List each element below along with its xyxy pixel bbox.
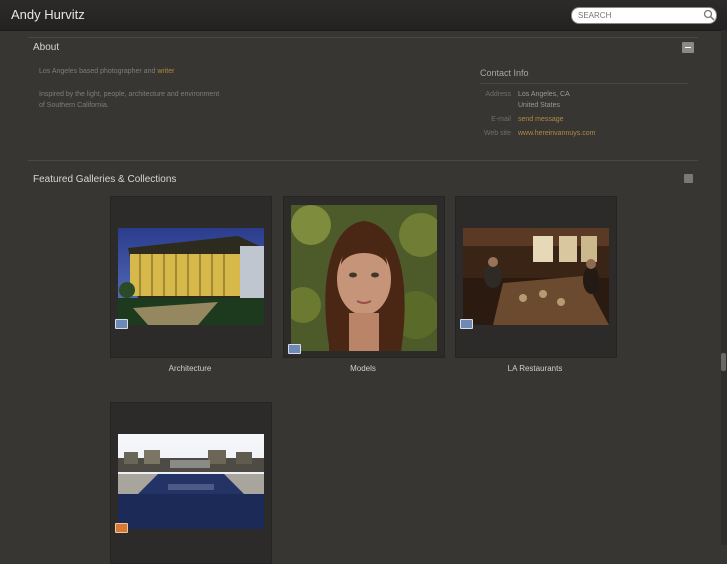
search-input[interactable] (578, 9, 696, 22)
about-bio-line-b: of Southern California. (39, 102, 109, 109)
email-link[interactable]: send message (518, 116, 564, 123)
address-line1: Los Angeles, CA (518, 91, 570, 98)
gallery-thumbnail[interactable] (291, 205, 437, 351)
search-icon[interactable] (703, 9, 715, 21)
address-label: Address (485, 91, 511, 98)
about-bio-paragraph: Inspired by the light, people, architect… (39, 89, 259, 111)
address-line2: United States (518, 102, 561, 109)
search-box[interactable] (571, 7, 717, 24)
gallery-badge-icon (460, 319, 473, 329)
gallery-caption-architecture[interactable]: Architecture (110, 364, 270, 373)
gallery-badge-icon (115, 523, 128, 533)
scrollbar[interactable] (721, 30, 727, 545)
gallery-tile-architecture[interactable] (110, 196, 272, 358)
about-section-header: About (28, 38, 698, 58)
gallery-thumbnail[interactable] (118, 434, 264, 529)
contact-divider (480, 83, 688, 84)
website-label: Web site (483, 130, 511, 137)
galleries-heading: Featured Galleries & Collections (33, 174, 177, 185)
gallery-badge-icon (288, 344, 301, 354)
divider (28, 160, 698, 161)
gallery-thumbnail[interactable] (463, 228, 609, 325)
restaurant-photo (463, 228, 609, 325)
about-heading: About (33, 42, 60, 53)
architecture-photo (118, 228, 264, 325)
models-photo (291, 205, 437, 351)
gallery-thumbnail[interactable] (118, 228, 264, 325)
top-bar: Andy Hurvitz (0, 0, 727, 31)
site-title[interactable]: Andy Hurvitz (11, 7, 85, 22)
scroll-grip[interactable] (721, 353, 726, 371)
gallery-caption-la-restaurants[interactable]: LA Restaurants (455, 364, 615, 373)
contact-heading: Contact Info (480, 68, 529, 78)
galleries-section-header: Featured Galleries & Collections (28, 170, 698, 190)
gallery-caption-models[interactable]: Models (283, 364, 443, 373)
canal-photo (118, 434, 264, 529)
about-bio-prefix: Los Angeles based photographer and (39, 68, 158, 75)
writer-link[interactable]: writer (157, 68, 174, 75)
rss-icon[interactable] (684, 174, 693, 183)
about-bio-line-a: Inspired by the light, people, architect… (39, 91, 220, 98)
website-link[interactable]: www.hereinvannuys.com (518, 130, 595, 137)
about-bio-line: Los Angeles based photographer and write… (39, 66, 259, 77)
email-label: E-mail (491, 116, 511, 123)
collapse-icon[interactable] (682, 42, 694, 53)
gallery-tile-models[interactable] (283, 196, 445, 358)
gallery-badge-icon (115, 319, 128, 329)
gallery-tile-4[interactable] (110, 402, 272, 564)
gallery-tile-la-restaurants[interactable] (455, 196, 617, 358)
